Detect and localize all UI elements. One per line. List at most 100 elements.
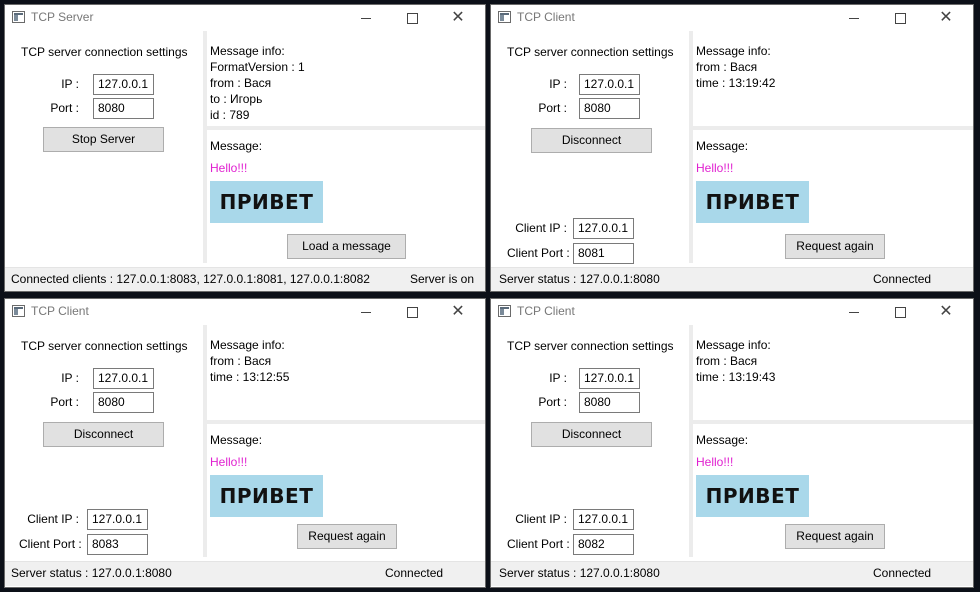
settings-title: TCP server connection settings: [21, 45, 188, 59]
minimize-icon: [849, 312, 859, 314]
app-window-icon: [498, 11, 511, 23]
ip-input[interactable]: 127.0.0.1: [93, 74, 154, 95]
info-divider: [207, 420, 485, 424]
maximize-icon: [406, 307, 418, 319]
ip-label: IP :: [549, 371, 567, 385]
close-button[interactable]: ✕: [435, 299, 481, 325]
load-message-button[interactable]: Load a message: [287, 234, 406, 259]
port-label: Port :: [50, 101, 79, 115]
window-body: TCP server connection settings IP : 127.…: [5, 31, 485, 291]
window-body: TCP server connection settings IP : 127.…: [491, 31, 973, 291]
minimize-button[interactable]: [343, 299, 389, 325]
message-image: ПРИВЕТ: [210, 475, 323, 517]
message-image: ПРИВЕТ: [696, 181, 809, 223]
minimize-icon: [361, 18, 371, 20]
panel-divider: [689, 325, 693, 557]
info-line: from : Вася: [210, 76, 272, 90]
maximize-button[interactable]: [877, 299, 923, 325]
message-title: Message:: [210, 139, 263, 153]
window-title: TCP Client: [31, 304, 89, 318]
close-icon: ✕: [939, 303, 953, 320]
status-bar: Server status : 127.0.0.1:8080 Connected: [5, 561, 485, 586]
client-ip-input[interactable]: 127.0.0.1: [87, 509, 148, 530]
info-line: time : 13:12:55: [210, 370, 290, 384]
client-port-input[interactable]: 8082: [573, 534, 634, 555]
info-divider: [207, 126, 485, 130]
request-again-button[interactable]: Request again: [297, 524, 397, 549]
message-image: ПРИВЕТ: [210, 181, 323, 223]
ip-input[interactable]: 127.0.0.1: [579, 368, 640, 389]
client-window: TCP Client ✕ TCP server connection setti…: [490, 298, 974, 588]
message-title: Message:: [696, 139, 749, 153]
client-port-label: Client Port :: [507, 246, 570, 260]
status-bar: Server status : 127.0.0.1:8080 Connected: [491, 561, 973, 586]
disconnect-button[interactable]: Disconnect: [43, 422, 164, 447]
close-icon: ✕: [451, 9, 465, 26]
minimize-button[interactable]: [831, 299, 877, 325]
title-bar[interactable]: TCP Client ✕: [5, 299, 485, 325]
info-line: from : Вася: [210, 354, 272, 368]
title-bar[interactable]: TCP Client ✕: [491, 5, 973, 31]
stop-server-button[interactable]: Stop Server: [43, 127, 164, 152]
connection-state: Connected: [873, 566, 932, 580]
request-again-button[interactable]: Request again: [785, 524, 885, 549]
settings-title: TCP server connection settings: [507, 45, 674, 59]
settings-title: TCP server connection settings: [21, 339, 188, 353]
client-ip-input[interactable]: 127.0.0.1: [573, 509, 634, 530]
server-status: Server status : 127.0.0.1:8080: [11, 566, 172, 580]
client-ip-label: Client IP :: [27, 512, 79, 526]
client-port-label: Client Port :: [19, 537, 82, 551]
ip-label: IP :: [61, 371, 79, 385]
close-button[interactable]: ✕: [923, 299, 969, 325]
minimize-button[interactable]: [343, 5, 389, 31]
port-label: Port :: [538, 101, 567, 115]
panel-divider: [203, 325, 207, 557]
maximize-icon: [406, 13, 418, 25]
message-info-title: Message info:: [210, 44, 285, 58]
server-window: TCP Server ✕ TCP server connection setti…: [4, 4, 486, 292]
port-input[interactable]: 8080: [93, 392, 154, 413]
maximize-button[interactable]: [389, 5, 435, 31]
maximize-icon: [894, 307, 906, 319]
close-icon: ✕: [939, 9, 953, 26]
ip-input[interactable]: 127.0.0.1: [579, 74, 640, 95]
maximize-button[interactable]: [877, 5, 923, 31]
app-window-icon: [498, 305, 511, 317]
client-port-input[interactable]: 8083: [87, 534, 148, 555]
message-text: Hello!!!: [696, 161, 734, 175]
info-line: time : 13:19:43: [696, 370, 776, 384]
message-text: Hello!!!: [210, 161, 248, 175]
window-body: TCP server connection settings IP : 127.…: [491, 325, 973, 587]
info-line: from : Вася: [696, 354, 758, 368]
client-ip-label: Client IP :: [515, 512, 567, 526]
info-line: from : Вася: [696, 60, 758, 74]
close-icon: ✕: [451, 303, 465, 320]
port-input[interactable]: 8080: [93, 98, 154, 119]
info-divider: [693, 126, 973, 130]
port-input[interactable]: 8080: [579, 392, 640, 413]
port-input[interactable]: 8080: [579, 98, 640, 119]
client-ip-input[interactable]: 127.0.0.1: [573, 218, 634, 239]
maximize-button[interactable]: [389, 299, 435, 325]
message-info-title: Message info:: [210, 338, 285, 352]
connection-state: Connected: [385, 566, 444, 580]
server-status: Server status : 127.0.0.1:8080: [499, 272, 660, 286]
message-text: Hello!!!: [696, 455, 734, 469]
close-button[interactable]: ✕: [923, 5, 969, 31]
title-bar[interactable]: TCP Client ✕: [491, 299, 973, 325]
close-button[interactable]: ✕: [435, 5, 481, 31]
title-bar[interactable]: TCP Server ✕: [5, 5, 485, 31]
request-again-button[interactable]: Request again: [785, 234, 885, 259]
ip-label: IP :: [61, 77, 79, 91]
client-port-input[interactable]: 8081: [573, 243, 634, 264]
minimize-button[interactable]: [831, 5, 877, 31]
panel-divider: [689, 31, 693, 263]
ip-input[interactable]: 127.0.0.1: [93, 368, 154, 389]
client-window: TCP Client ✕ TCP server connection setti…: [490, 4, 974, 292]
message-text: Hello!!!: [210, 455, 248, 469]
connection-state: Connected: [873, 272, 932, 286]
minimize-icon: [849, 18, 859, 20]
disconnect-button[interactable]: Disconnect: [531, 422, 652, 447]
disconnect-button[interactable]: Disconnect: [531, 128, 652, 153]
message-info-title: Message info:: [696, 44, 771, 58]
